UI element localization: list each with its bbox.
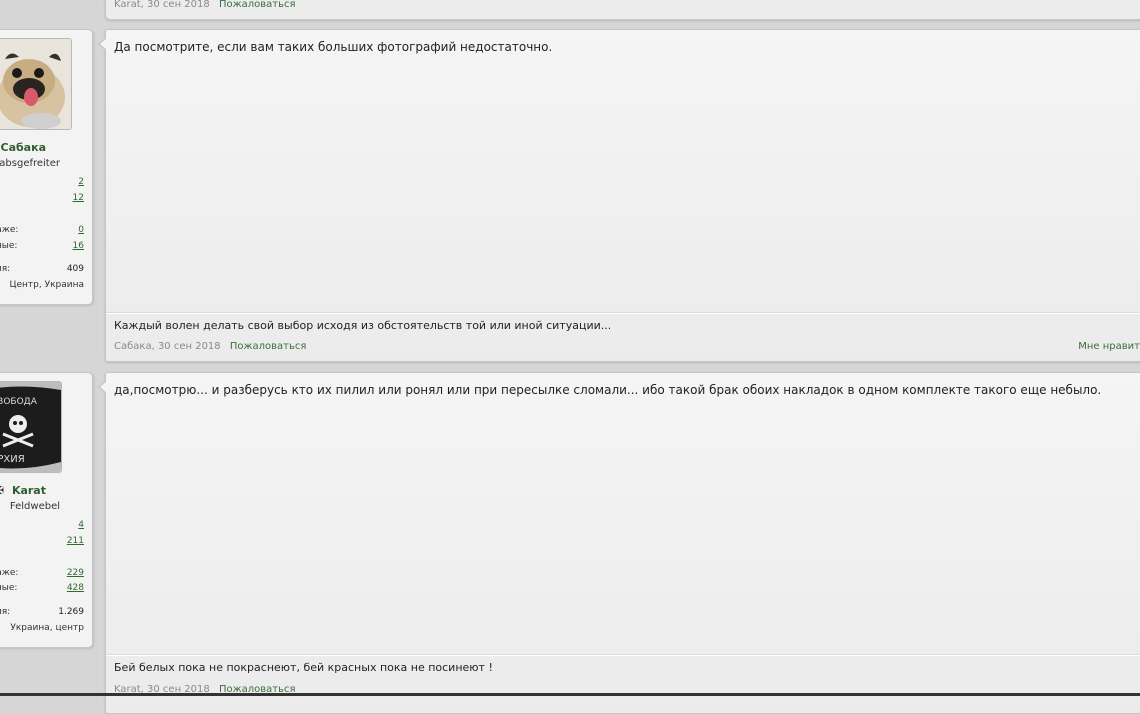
user-stat: ния: 409 [0,264,84,276]
post-author: Сабака [114,341,152,352]
user-stat: нные: 16 [0,241,84,253]
signature-separator [106,654,1140,656]
speech-arrow-inner [100,38,107,50]
user-stat: даже: 229 [0,568,84,580]
post-text: да,посмотрю... и разберусь кто их пилил … [114,383,1102,397]
stat-label: ния: [0,607,11,617]
stat-label: даже: [0,225,19,235]
stat-value[interactable]: 12 [73,193,84,203]
post-meta: Karat, 30 сен 2018 Пожаловаться [114,0,296,10]
stat-value: 409 [66,264,84,274]
user-stat: : 4 [0,520,84,532]
user-stat: з: 12 [0,193,84,205]
stat-label: нные: [0,241,18,251]
user-stat: нные: 428 [0,583,84,595]
pug-dog-avatar[interactable] [0,38,72,130]
jolly-roger-flag-avatar[interactable]: ХВОБОДА НАРХИЯ [0,381,62,473]
post-date: 30 сен 2018 [157,341,221,352]
user-stat: : 2 [0,177,84,189]
user-stat: ния: 1.269 [0,607,84,619]
user-title: Feldwebel [9,501,60,512]
previous-post-footer: Karat, 30 сен 2018 Пожаловаться [105,0,1140,20]
stat-label: нные: [0,583,18,593]
stat-value[interactable]: 2 [78,177,84,187]
user-stat: з: 211 [0,536,84,548]
post-signature: Бей белых пока не покраснеют, бей красны… [114,661,493,674]
svg-text:НАРХИЯ: НАРХИЯ [0,454,25,465]
iron-cross-icon: ✠ [0,484,4,497]
user-info-panel: Сабака absgefreiter : 2 з: 12 даже: 0 нн… [0,29,93,305]
like-link[interactable]: Мне нравит [1078,341,1140,352]
stat-value[interactable]: 0 [78,225,84,235]
signature-separator [106,312,1140,314]
user-location: Украина, центр [10,623,84,633]
stat-value[interactable]: 16 [73,241,84,251]
user-info-panel: ХВОБОДА НАРХИЯ ✠ Karat Feldwebel : 4 з: … [0,372,93,648]
post-signature: Каждый волен делать свой выбор исходя из… [114,319,612,332]
user-location: Центр, Украина [9,280,84,290]
stat-value[interactable]: 211 [67,536,84,546]
report-link[interactable]: Пожаловаться [230,341,307,352]
username-text[interactable]: Karat [12,484,46,497]
stat-label: даже: [0,568,19,578]
stat-value: 1.269 [58,607,84,617]
post-message-box: Да посмотрите, если вам таких больших фо… [98,29,1140,362]
stat-value[interactable]: 4 [78,520,84,530]
post-message-box: да,посмотрю... и разберусь кто их пилил … [98,372,1140,714]
speech-arrow-inner [100,381,107,393]
report-link[interactable]: Пожаловаться [219,0,296,10]
svg-text:ХВОБОДА: ХВОБОДА [0,397,38,407]
post-author-date: Karat, 30 сен 2018 [114,0,210,10]
stat-value[interactable]: 229 [67,568,84,578]
stat-value[interactable]: 428 [67,583,84,593]
user-stat: даже: 0 [0,225,84,237]
user-title: absgefreiter [0,158,60,169]
username[interactable]: Сабака [1,141,47,154]
username[interactable]: ✠ Karat [0,484,46,497]
stat-label: ния: [0,264,11,274]
post-meta: Сабака, 30 сен 2018 Пожаловаться [114,341,307,352]
post-text: Да посмотрите, если вам таких больших фо… [114,40,553,54]
